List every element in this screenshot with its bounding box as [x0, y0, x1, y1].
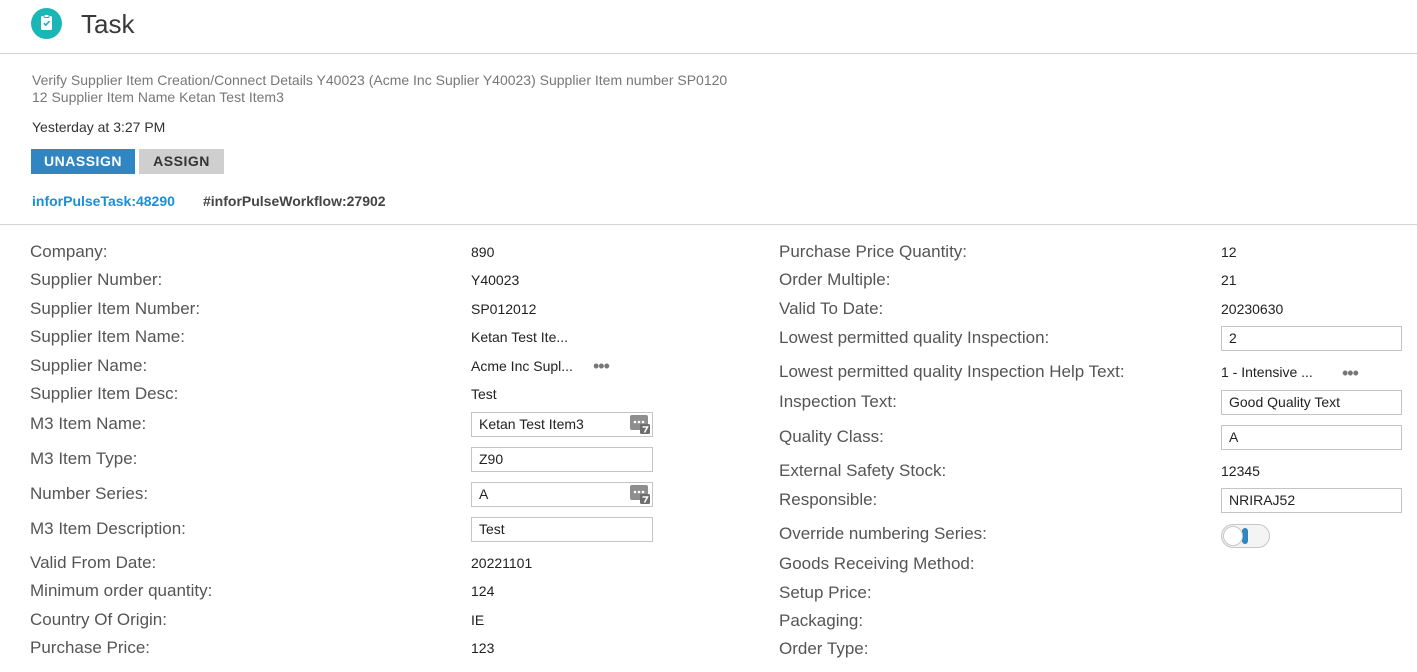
country-of-origin-label: Country Of Origin: [30, 610, 167, 629]
pulse-workflow-tag: #inforPulseWorkflow:27902 [203, 193, 386, 209]
responsible-input[interactable]: NRIRAJ52 [1221, 488, 1402, 513]
inspection-help-text-label: Lowest permitted quality Inspection Help… [779, 362, 1125, 381]
number-series-input[interactable]: A [471, 482, 653, 507]
task-description: Verify Supplier Item Creation/Connect De… [32, 72, 822, 106]
page-title: Task [81, 9, 135, 39]
quality-class-input[interactable]: A [1221, 425, 1402, 450]
pulse-task-tag[interactable]: inforPulseTask:48290 [32, 193, 175, 209]
m3-item-name-input[interactable]: Ketan Test Item3 [471, 412, 653, 437]
inspection-text-input[interactable]: Good Quality Text [1221, 390, 1402, 415]
task-description-line: Verify Supplier Item Creation/Connect De… [32, 72, 728, 88]
m3-item-description-input[interactable]: Test [471, 517, 653, 542]
valid-from-date-value: 20221101 [471, 555, 533, 571]
minimum-order-quantity-value: 124 [471, 583, 495, 599]
m3-item-description-label: M3 Item Description: [30, 519, 186, 538]
lookup-icon[interactable] [630, 415, 650, 434]
task-timestamp: Yesterday at 3:27 PM [32, 119, 166, 135]
m3-item-type-input[interactable]: Z90 [471, 447, 653, 472]
valid-to-date-value: 20230630 [1221, 301, 1284, 317]
number-series-label: Number Series: [30, 484, 149, 503]
lookup-icon[interactable] [630, 485, 650, 504]
responsible-label: Responsible: [779, 490, 878, 509]
m3-item-name-wrapper: Ketan Test Item3 [471, 412, 653, 437]
task-header: Task [0, 0, 1417, 54]
minimum-order-quantity-label: Minimum order quantity: [30, 581, 213, 600]
m3-item-type-label: M3 Item Type: [30, 449, 138, 468]
order-multiple-value: 21 [1221, 272, 1237, 288]
company-label: Company: [30, 242, 108, 261]
divider [0, 224, 1417, 225]
more-icon[interactable]: ••• [1342, 363, 1359, 384]
supplier-item-desc-label: Supplier Item Desc: [30, 384, 179, 403]
purchase-price-quantity-label: Purchase Price Quantity: [779, 242, 968, 261]
supplier-name-value: Acme Inc Supl... [471, 358, 573, 374]
task-description-line: 12 Supplier Item Name Ketan Test Item3 [32, 89, 284, 105]
lowest-quality-inspection-input[interactable]: 2 [1221, 326, 1402, 351]
clipboard-icon [31, 8, 62, 39]
purchase-price-label: Purchase Price: [30, 638, 150, 657]
supplier-name-label: Supplier Name: [30, 356, 148, 375]
valid-from-date-label: Valid From Date: [30, 553, 157, 572]
more-icon[interactable]: ••• [593, 356, 610, 377]
override-numbering-toggle[interactable] [1221, 524, 1270, 548]
supplier-item-number-value: SP012012 [471, 301, 537, 317]
purchase-price-quantity-value: 12 [1221, 244, 1237, 260]
purchase-price-value: 123 [471, 640, 495, 656]
supplier-number-label: Supplier Number: [30, 270, 163, 289]
number-series-wrapper: A [471, 482, 653, 507]
supplier-item-number-label: Supplier Item Number: [30, 299, 201, 318]
order-type-label: Order Type: [779, 639, 869, 658]
supplier-item-name-label: Supplier Item Name: [30, 327, 185, 346]
m3-item-name-label: M3 Item Name: [30, 414, 147, 433]
goods-receiving-method-label: Goods Receiving Method: [779, 554, 975, 573]
country-of-origin-value: IE [471, 612, 485, 628]
valid-to-date-label: Valid To Date: [779, 299, 884, 318]
external-safety-stock-value: 12345 [1221, 463, 1260, 479]
packaging-label: Packaging: [779, 611, 864, 630]
quality-class-label: Quality Class: [779, 427, 884, 446]
supplier-number-value: Y40023 [471, 272, 520, 288]
unassign-button[interactable]: UNASSIGN [31, 149, 135, 174]
setup-price-label: Setup Price: [779, 583, 872, 602]
order-multiple-label: Order Multiple: [779, 270, 891, 289]
supplier-item-desc-value: Test [471, 386, 497, 402]
inspection-text-label: Inspection Text: [779, 392, 897, 411]
toggle-knob [1223, 526, 1243, 546]
override-numbering-series-label: Override numbering Series: [779, 524, 987, 543]
inspection-help-text-value: 1 - Intensive ... [1221, 364, 1313, 380]
company-value: 890 [471, 244, 495, 260]
external-safety-stock-label: External Safety Stock: [779, 461, 947, 480]
lowest-quality-inspection-label: Lowest permitted quality Inspection: [779, 328, 1050, 347]
assign-button[interactable]: ASSIGN [139, 149, 224, 174]
supplier-item-name-value: Ketan Test Ite... [471, 329, 569, 345]
